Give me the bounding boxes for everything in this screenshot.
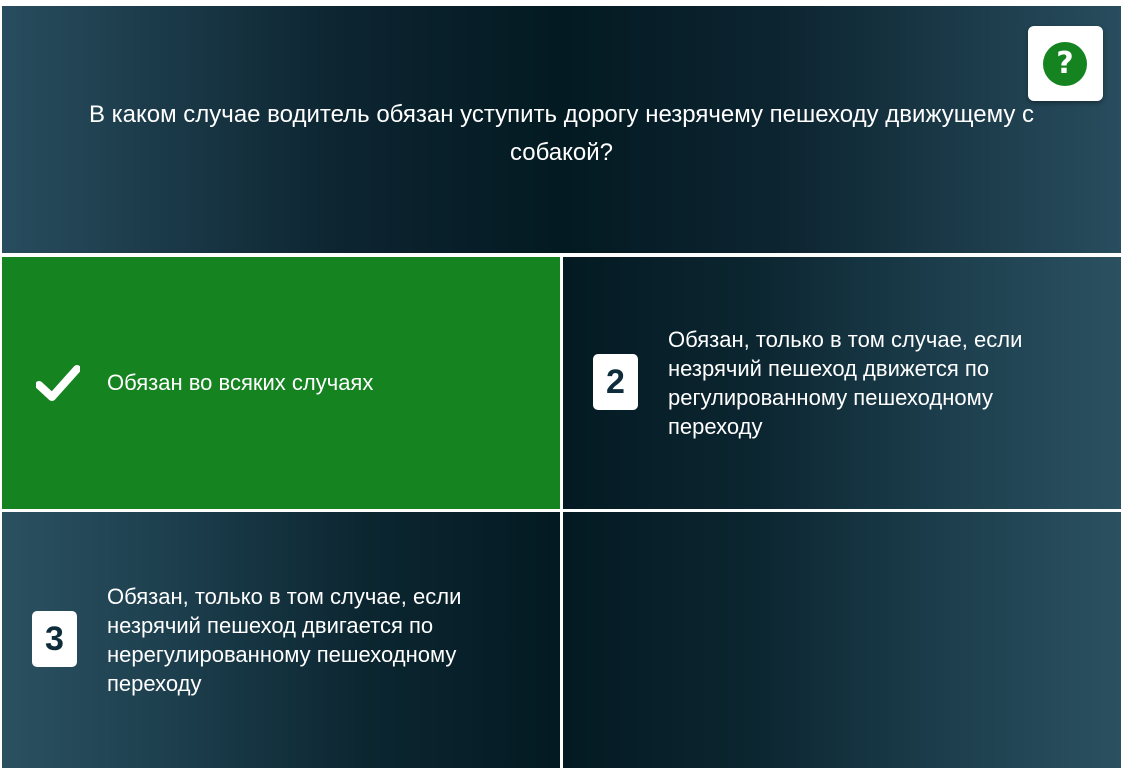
checkmark-icon xyxy=(36,365,80,401)
answer-number-badge: 3 xyxy=(32,611,77,667)
answer-text: Обязан, только в том случае, если незряч… xyxy=(668,327,1023,439)
question-text: В каком случае водитель обязан уступить … xyxy=(88,101,1035,166)
answer-option-2[interactable]: 2 Обязан, только в том случае, если незр… xyxy=(563,257,1121,509)
question-panel: В каком случае водитель обязан уступить … xyxy=(2,6,1121,253)
question-circle-icon: ? xyxy=(1043,42,1087,86)
answer-option-1[interactable]: Обязан во всяких случаях xyxy=(2,257,560,509)
help-button[interactable]: ? xyxy=(1028,26,1103,101)
answer-option-3[interactable]: 3 Обязан, только в том случае, если незр… xyxy=(2,512,560,768)
answer-text: Обязан, только в том случае, если незряч… xyxy=(107,584,462,696)
answer-number-badge: 2 xyxy=(593,354,638,410)
answer-text: Обязан во всяких случаях xyxy=(107,370,374,395)
empty-answer-slot xyxy=(563,512,1121,768)
